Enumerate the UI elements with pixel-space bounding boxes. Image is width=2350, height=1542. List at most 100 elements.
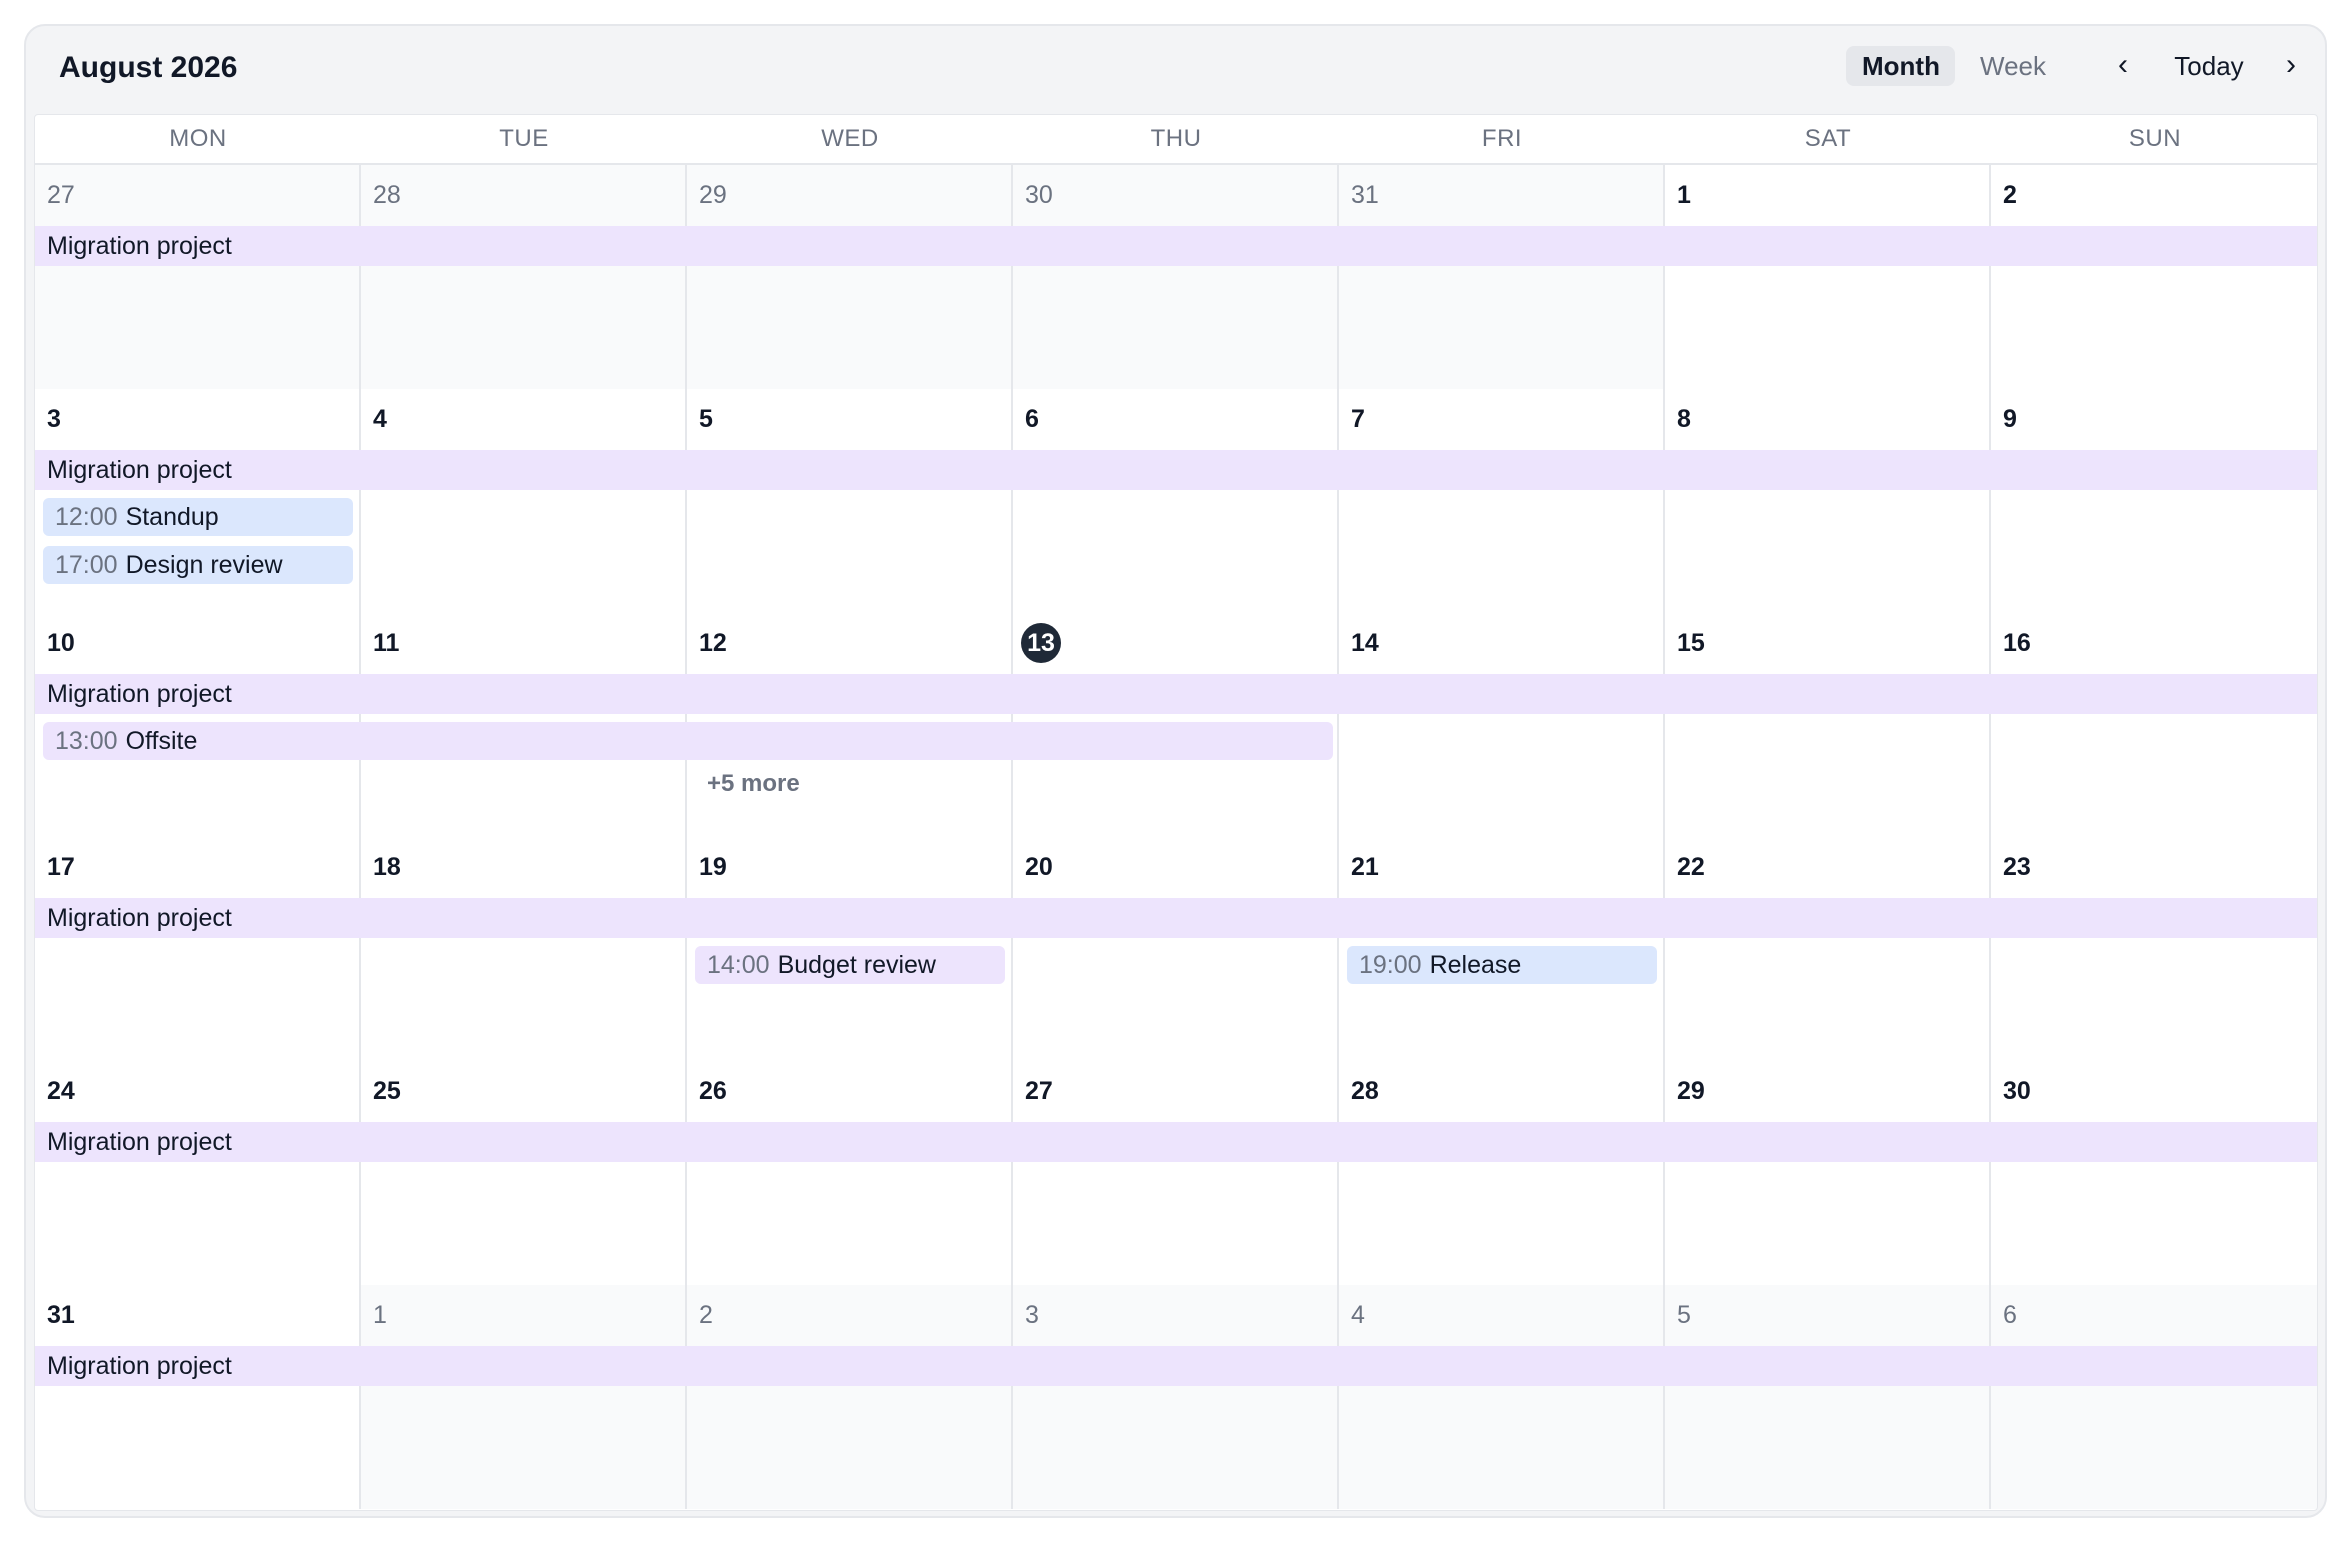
day-cell[interactable]: 4 [361, 389, 687, 613]
day-number[interactable]: 27 [1025, 1073, 1061, 1109]
day-number[interactable]: 4 [373, 401, 409, 437]
day-cell[interactable]: 30 [1013, 165, 1339, 389]
day-number[interactable]: 2 [699, 1297, 735, 1333]
day-cell[interactable]: 29 [1665, 1061, 1991, 1285]
day-number[interactable]: 5 [699, 401, 735, 437]
day-cell[interactable]: 5 [687, 389, 1013, 613]
week-row: 17 18 19 20 21 22 23 Migration project 14:00 Budg… [35, 837, 2317, 1061]
day-number[interactable]: 4 [1351, 1297, 1387, 1333]
event-migration-project[interactable]: Migration project [35, 674, 2317, 714]
more-events-link[interactable]: +5 more [707, 767, 800, 801]
day-number[interactable]: 5 [1677, 1297, 1713, 1333]
day-cell[interactable]: 22 [1665, 837, 1991, 1061]
day-cell[interactable]: 2 [1991, 165, 2317, 389]
day-cell[interactable]: 31 [1339, 165, 1665, 389]
day-number[interactable]: 11 [373, 625, 409, 661]
month-view-button[interactable]: Month [1846, 46, 1955, 86]
day-number[interactable]: 30 [1025, 177, 1061, 213]
day-cell[interactable]: 6 [1991, 1285, 2317, 1509]
event-migration-project[interactable]: Migration project [35, 898, 2317, 938]
day-cell[interactable]: 9 [1991, 389, 2317, 613]
day-cell[interactable]: 14 [1339, 613, 1665, 837]
day-number[interactable]: 24 [47, 1073, 83, 1109]
day-cell[interactable]: 17 [35, 837, 361, 1061]
day-number[interactable]: 31 [47, 1297, 83, 1333]
day-cell[interactable]: 20 [1013, 837, 1339, 1061]
day-cell[interactable]: 30 [1991, 1061, 2317, 1285]
day-number[interactable]: 3 [1025, 1297, 1061, 1333]
day-number[interactable]: 18 [373, 849, 409, 885]
day-cell[interactable]: 3 [1013, 1285, 1339, 1509]
day-number[interactable]: 8 [1677, 401, 1713, 437]
event-migration-project[interactable]: Migration project [35, 1122, 2317, 1162]
today-day-number[interactable]: 13 [1021, 623, 1061, 663]
day-cell[interactable]: 5 [1665, 1285, 1991, 1509]
day-number[interactable]: 15 [1677, 625, 1713, 661]
day-number[interactable]: 27 [47, 177, 83, 213]
chevron-left-icon[interactable]: ‹ [2108, 46, 2138, 86]
day-cell[interactable]: 27 [35, 165, 361, 389]
day-number[interactable]: 21 [1351, 849, 1387, 885]
day-cell[interactable]: 1 [1665, 165, 1991, 389]
day-number[interactable]: 20 [1025, 849, 1061, 885]
event-migration-project[interactable]: Migration project [35, 1346, 2317, 1386]
weekday-sun: SUN [2128, 125, 2182, 152]
day-cell[interactable]: 2 [687, 1285, 1013, 1509]
day-number[interactable]: 26 [699, 1073, 735, 1109]
day-number[interactable]: 9 [2003, 401, 2039, 437]
day-number[interactable]: 28 [373, 177, 409, 213]
today-button[interactable]: Today [2154, 46, 2264, 86]
event-budget-review[interactable]: 14:00 Budget review [695, 946, 1005, 984]
event-standup[interactable]: 12:00 Standup [43, 498, 353, 536]
day-number[interactable]: 25 [373, 1073, 409, 1109]
day-cell[interactable]: 15 [1665, 613, 1991, 837]
day-cell[interactable]: 8 [1665, 389, 1991, 613]
weekday-fri: FRI [1481, 125, 1523, 152]
day-cell[interactable]: 1 [361, 1285, 687, 1509]
day-cell[interactable]: 24 [35, 1061, 361, 1285]
day-cell[interactable]: 28 [1339, 1061, 1665, 1285]
day-number[interactable]: 29 [1677, 1073, 1713, 1109]
month-grid: MON TUE WED THU FRI SAT SUN 27 28 29 30 31 1 2… [34, 114, 2318, 1511]
day-number[interactable]: 16 [2003, 625, 2039, 661]
day-cell[interactable]: 6 [1013, 389, 1339, 613]
day-number[interactable]: 12 [699, 625, 735, 661]
day-number[interactable]: 2 [2003, 177, 2039, 213]
day-cell[interactable]: 29 [687, 165, 1013, 389]
day-cell[interactable]: 7 [1339, 389, 1665, 613]
day-number[interactable]: 17 [47, 849, 83, 885]
event-time: 14:00 [707, 951, 770, 979]
day-number[interactable]: 1 [1677, 177, 1713, 213]
day-cell[interactable]: 18 [361, 837, 687, 1061]
event-design-review[interactable]: 17:00 Design review [43, 546, 353, 584]
day-number[interactable]: 23 [2003, 849, 2039, 885]
event-migration-project[interactable]: Migration project [35, 226, 2317, 266]
day-cell[interactable]: 4 [1339, 1285, 1665, 1509]
day-cell[interactable]: 28 [361, 165, 687, 389]
event-migration-project[interactable]: Migration project [35, 450, 2317, 490]
day-cell[interactable]: 23 [1991, 837, 2317, 1061]
day-cell[interactable]: 16 [1991, 613, 2317, 837]
day-number[interactable]: 6 [2003, 1297, 2039, 1333]
day-number[interactable]: 7 [1351, 401, 1387, 437]
day-number[interactable]: 1 [373, 1297, 409, 1333]
day-cell[interactable]: 26 [687, 1061, 1013, 1285]
day-number[interactable]: 14 [1351, 625, 1387, 661]
day-number[interactable]: 10 [47, 625, 83, 661]
event-release[interactable]: 19:00 Release [1347, 946, 1657, 984]
day-cell[interactable]: 25 [361, 1061, 687, 1285]
day-number[interactable]: 6 [1025, 401, 1061, 437]
day-number[interactable]: 29 [699, 177, 735, 213]
calendar: August 2026 Month Week ‹ Today › MON TUE… [24, 24, 2327, 1518]
day-cell[interactable]: 31 [35, 1285, 361, 1509]
day-number[interactable]: 22 [1677, 849, 1713, 885]
chevron-right-icon[interactable]: › [2276, 46, 2306, 86]
week-view-button[interactable]: Week [1964, 46, 2060, 86]
day-number[interactable]: 28 [1351, 1073, 1387, 1109]
day-number[interactable]: 3 [47, 401, 83, 437]
day-cell[interactable]: 27 [1013, 1061, 1339, 1285]
day-number[interactable]: 30 [2003, 1073, 2039, 1109]
event-offsite[interactable]: 13:00 Offsite [43, 722, 1333, 760]
day-number[interactable]: 31 [1351, 177, 1387, 213]
day-number[interactable]: 19 [699, 849, 735, 885]
